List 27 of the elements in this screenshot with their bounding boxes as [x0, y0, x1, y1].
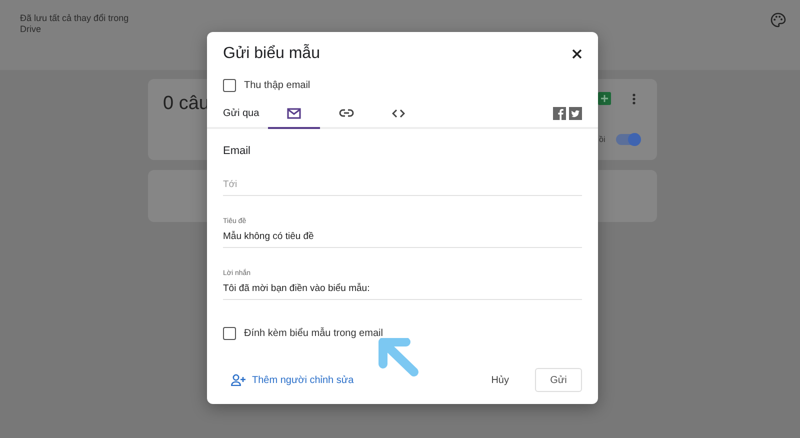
palette-icon[interactable] — [770, 12, 786, 28]
section-title: Email — [223, 145, 252, 157]
add-editors-link[interactable]: Thêm người chỉnh sửa — [231, 374, 354, 386]
checkbox[interactable] — [223, 326, 236, 340]
add-person-icon — [231, 374, 246, 386]
mail-icon — [287, 108, 301, 118]
pointer-arrow-icon — [378, 338, 420, 378]
checkbox-label: Đính kèm biểu mẫu trong email — [244, 328, 383, 338]
dialog-title: Gửi biểu mẫu — [223, 45, 320, 63]
toggle-switch[interactable] — [616, 134, 640, 145]
send-button[interactable]: Gửi — [535, 368, 582, 392]
checkbox-label: Thu thập email — [244, 80, 310, 90]
more-icon[interactable] — [632, 93, 636, 105]
bird-icon[interactable] — [569, 106, 582, 120]
spreadsheet-icon[interactable] — [598, 92, 611, 105]
send-via-label: Gửi qua — [223, 108, 260, 118]
close-icon[interactable] — [572, 49, 582, 59]
text-field[interactable]: Mẫu không có tiêu đề — [223, 231, 582, 248]
save-status: Đã lưu tất cả thay đổi trong Drive — [20, 13, 130, 35]
f-logo-icon[interactable] — [553, 106, 566, 120]
code-icon — [392, 108, 404, 118]
toggle-label: ồi — [599, 135, 606, 144]
text-field[interactable]: Tới — [223, 179, 582, 196]
text-field[interactable]: Tôi đã mời bạn điền vào biểu mẫu: — [223, 283, 582, 300]
link-icon — [338, 109, 354, 117]
checkbox[interactable] — [223, 78, 236, 92]
cancel-button[interactable]: Hủy — [481, 368, 519, 392]
